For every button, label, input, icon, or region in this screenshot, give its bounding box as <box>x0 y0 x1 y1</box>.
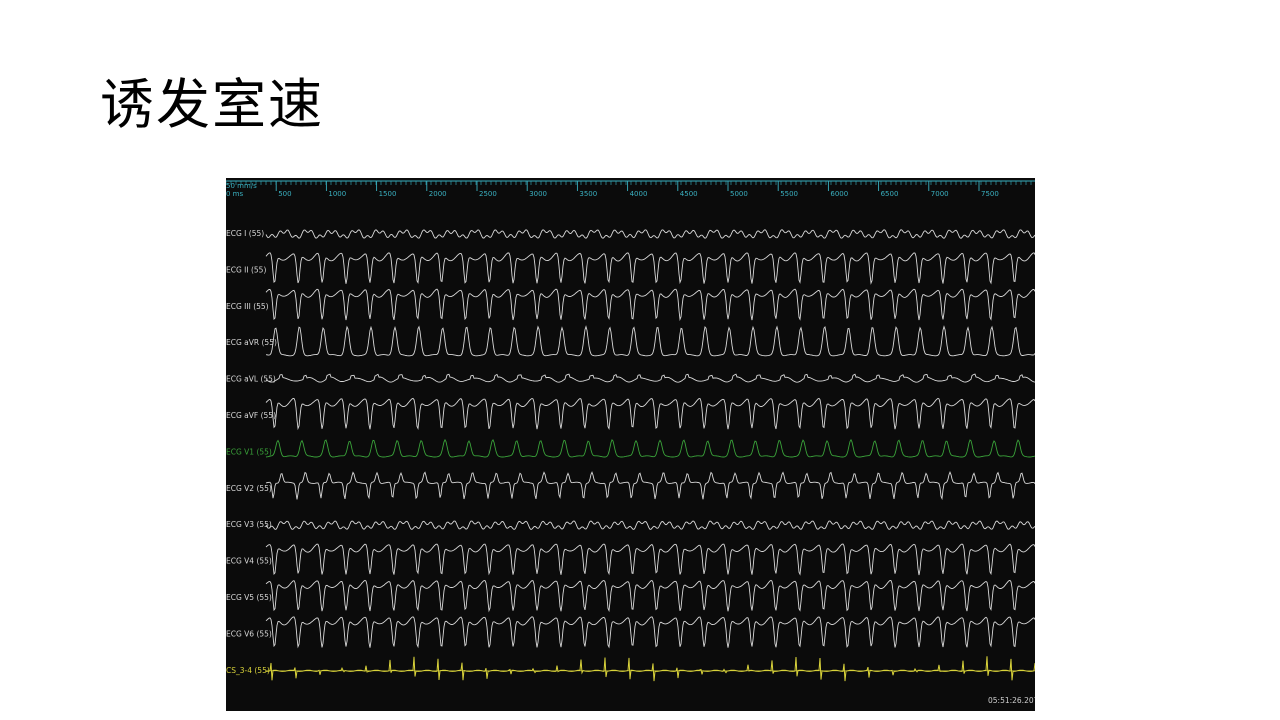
channel-label: ECG V5 (55) <box>226 593 272 602</box>
time-axis-tick-label: 3000 <box>529 190 547 198</box>
ecg-waveform <box>265 252 1035 285</box>
channel-label: ECG III (55) <box>226 302 269 311</box>
ecg-recording-panel: 50 mm/s 0 ms 500 1000 1500 2000 2500 3000 3500… <box>226 178 1035 711</box>
channel-label: ECG V6 (55) <box>226 629 272 638</box>
channel-label: ECG V1 (55) <box>226 447 272 456</box>
time-axis-tick-label: 2000 <box>429 190 447 198</box>
time-axis-tick-label: 6500 <box>881 190 899 198</box>
channel-label: ECG V3 (55) <box>226 520 272 529</box>
timestamp-label: 05:51:26.207 <box>988 696 1035 705</box>
time-axis-tick-label: 4500 <box>680 190 698 198</box>
channel-label: ECG aVR (55) <box>226 338 277 347</box>
time-axis-tick-label: 1500 <box>379 190 397 198</box>
time-axis-tick-label: 500 <box>278 190 291 198</box>
time-axis-tick-label: 5000 <box>730 190 748 198</box>
time-axis-tick-label: 6000 <box>830 190 848 198</box>
channel-label: ECG aVF (55) <box>226 411 276 420</box>
time-axis-tick-label: 7000 <box>931 190 949 198</box>
channel-label: ECG I (55) <box>226 229 264 238</box>
scale-label: 50 mm/s <box>226 182 257 190</box>
slide-title: 诱发室速 <box>100 73 324 136</box>
time-axis-tick-label: 2500 <box>479 190 497 198</box>
channel-label: ECG V2 (55) <box>226 484 272 493</box>
ecg-waveform <box>265 579 1035 613</box>
ecg-channels: ECG I (55) ECG II (55) ECG III (55) ECG aVR… <box>226 229 1035 682</box>
time-axis-tick-label: 5500 <box>780 190 798 198</box>
channel-label: CS_3-4 (55) <box>226 666 270 675</box>
ecg-waveform <box>265 373 1035 383</box>
ecg-waveform <box>265 288 1035 322</box>
ecg-waveform <box>265 543 1035 576</box>
ecg-waveform <box>265 229 1035 239</box>
channel-label: ECG II (55) <box>226 265 266 274</box>
channel-label: ECG V4 (55) <box>226 557 272 566</box>
ecg-waveform <box>265 471 1035 501</box>
channel-label: ECG aVL (55) <box>226 375 276 384</box>
ecg-waveform <box>265 397 1035 431</box>
time-axis-tick-label: 7500 <box>981 190 999 198</box>
ecg-waveform <box>265 325 1035 357</box>
time-axis-tick-label: 1000 <box>328 190 346 198</box>
time-unit-label: 0 ms <box>226 190 243 198</box>
ecg-waveform <box>265 616 1035 649</box>
time-axis: 50 mm/s 0 ms 500 1000 1500 2000 2500 3000 3500… <box>226 180 1035 198</box>
time-axis-tick-label: 3500 <box>579 190 597 198</box>
ecg-strip-canvas: 50 mm/s 0 ms 500 1000 1500 2000 2500 3000 3500… <box>226 180 1035 705</box>
time-axis-tick-label: 4000 <box>630 190 648 198</box>
ecg-waveform <box>265 656 1035 682</box>
ecg-waveform <box>265 438 1035 458</box>
ecg-waveform <box>265 520 1035 531</box>
